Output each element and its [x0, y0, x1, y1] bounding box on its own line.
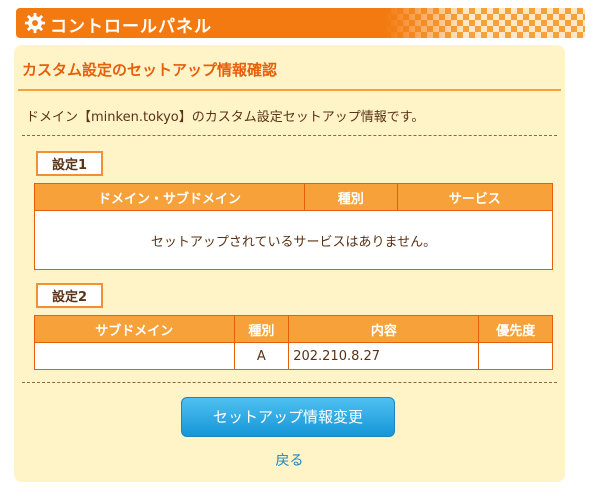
panel-title: カスタム設定のセットアップ情報確認 [22, 61, 278, 79]
divider [22, 382, 557, 383]
empty-message: セットアップされているサービスはありません。 [34, 210, 553, 270]
setting2-table: サブドメイン 種別 内容 優先度 A 202.210.8.27 [34, 315, 553, 370]
col-subdomain: サブドメイン [34, 315, 235, 343]
setting1-label: 設定1 [36, 151, 104, 176]
cell-subdomain [34, 342, 235, 370]
cell-priority [478, 342, 553, 370]
setting2-label: 設定2 [36, 283, 104, 308]
header-checker-pattern [385, 8, 585, 38]
table-header-row: サブドメイン 種別 内容 優先度 [34, 315, 553, 343]
table-row: セットアップされているサービスはありません。 [34, 210, 553, 270]
cell-type: A [233, 342, 290, 370]
change-setup-button[interactable]: セットアップ情報変更 [181, 397, 395, 437]
setting1-table: ドメイン・サブドメイン 種別 サービス セットアップされているサービスはありませ… [34, 183, 554, 270]
cell-content: 202.210.8.27 [288, 342, 480, 370]
back-link[interactable]: 戻る [14, 450, 565, 470]
table-row: A 202.210.8.27 [34, 342, 553, 370]
content-panel: カスタム設定のセットアップ情報確認 ドメイン【minken.tokyo】のカスタ… [14, 45, 565, 482]
col-type: 種別 [303, 183, 398, 211]
col-priority: 優先度 [478, 315, 553, 343]
col-type: 種別 [233, 315, 290, 343]
col-domain-subdomain: ドメイン・サブドメイン [34, 183, 305, 211]
col-service: サービス [396, 183, 554, 211]
gear-icon [24, 12, 46, 34]
control-panel-header: コントロールパネル [16, 8, 585, 38]
panel-title-underline [18, 89, 561, 91]
header-title: コントロールパネル [50, 17, 212, 37]
panel-description: ドメイン【minken.tokyo】のカスタム設定セットアップ情報です。 [26, 110, 425, 125]
table-header-row: ドメイン・サブドメイン 種別 サービス [34, 183, 554, 211]
col-content: 内容 [288, 315, 480, 343]
divider [22, 135, 557, 136]
